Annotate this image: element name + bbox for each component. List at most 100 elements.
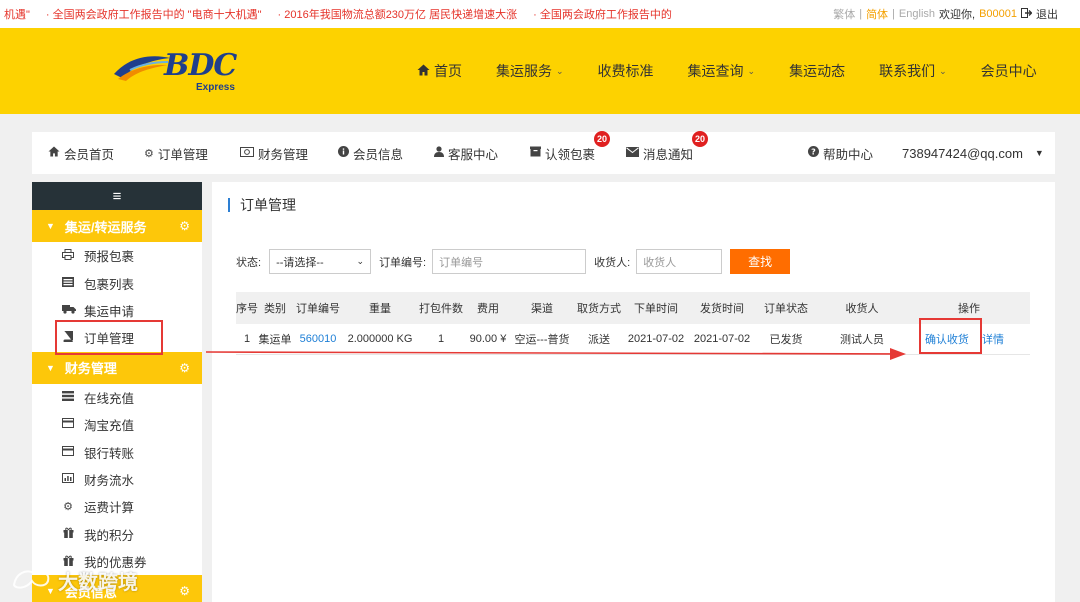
order-no-input[interactable]: 订单编号 <box>432 249 587 274</box>
gear-icon: ⚙ <box>179 360 190 375</box>
sidebar-item-bank-transfer[interactable]: 银行转账 <box>32 438 202 465</box>
column-header: 下单时间 <box>624 292 688 324</box>
site-header: BDC Express 首页 集运服务 ⌄ 收费标准 集运查询 ⌄ 集运动态 联… <box>0 28 1080 114</box>
member-home-link[interactable]: 会员首页 <box>48 144 114 163</box>
column-header: 渠道 <box>510 292 574 324</box>
sidebar-section-label: 会员信息 <box>64 584 117 600</box>
confirm-receipt-button[interactable]: 确认收货 <box>925 334 969 346</box>
cell-weight: 2.000000 KG <box>344 324 416 355</box>
sidebar-item-taobao-recharge[interactable]: 淘宝充值 <box>32 411 202 438</box>
book-icon <box>62 330 74 345</box>
sidebar-item-finance-flow[interactable]: 财务流水 <box>32 466 202 493</box>
sidebar-item-forecast-package[interactable]: 预报包裹 <box>32 242 202 269</box>
sidebar-toggle[interactable]: ≡ <box>32 182 202 210</box>
status-label: 状态: <box>236 256 262 269</box>
gift-icon <box>62 555 74 569</box>
nav-news[interactable]: 集运动态 <box>772 61 862 81</box>
member-finance-link[interactable]: 财务管理 <box>240 144 308 163</box>
member-messages-link[interactable]: 消息通知 20 <box>626 130 708 163</box>
nav-consolidation-query[interactable]: 集运查询 ⌄ <box>671 61 773 81</box>
cell-index: 1 <box>236 324 258 355</box>
list-icon <box>62 276 74 290</box>
nav-consolidation-service[interactable]: 集运服务 ⌄ <box>479 61 581 81</box>
sidebar-item-label: 我的优惠券 <box>84 556 147 571</box>
lang-separator: | <box>859 8 863 20</box>
sidebar-section-consolidation[interactable]: ▼ 集运/转运服务 ⚙ <box>32 210 202 242</box>
ticker-item[interactable]: · 2016年我国物流总额230万亿 居民快递增速大涨 <box>278 6 518 22</box>
home-icon <box>417 63 430 79</box>
news-ticker[interactable]: 机遇" · 全国两会政府工作报告中的 "电商十大机遇" · 2016年我国物流总… <box>0 6 680 22</box>
cell-order-time: 2021-07-02 <box>624 324 688 355</box>
cell-receiver: 测试人员 <box>816 324 908 355</box>
logout-link[interactable]: 退出 <box>1036 6 1058 22</box>
ticker-item[interactable]: 机遇" <box>4 6 30 22</box>
nav-label: 联系我们 <box>879 63 936 79</box>
bar-chart-icon <box>62 472 74 486</box>
sidebar-item-package-list[interactable]: 包裹列表 <box>32 269 202 296</box>
sidebar-item-label: 订单管理 <box>84 332 135 347</box>
package-icon <box>530 146 541 160</box>
column-header: 取货方式 <box>574 292 624 324</box>
logout-icon[interactable] <box>1021 7 1033 21</box>
sidebar-item-label: 我的积分 <box>84 528 135 543</box>
cell-pieces: 1 <box>416 324 466 355</box>
sidebar-item-label: 在线充值 <box>84 391 135 406</box>
sidebar-item-label: 预报包裹 <box>84 250 135 265</box>
ticker-item[interactable]: · 全国两会政府工作报告中的 <box>533 6 672 22</box>
sidebar-item-consolidation-apply[interactable]: 集运申请 <box>32 297 202 324</box>
status-select[interactable]: --请选择-- ⌄ <box>269 249 372 274</box>
member-messages-label: 消息通知 <box>643 147 694 162</box>
member-service-link[interactable]: 客服中心 <box>434 144 498 163</box>
nav-member-center[interactable]: 会员中心 <box>964 61 1054 81</box>
lang-simplified-link[interactable]: 简体 <box>866 6 888 22</box>
username-link[interactable]: B00001 <box>979 8 1017 20</box>
account-dropdown[interactable]: 738947424@qq.com ▼ <box>902 146 1044 161</box>
chevron-down-icon: ⌄ <box>747 65 756 76</box>
main-nav: 首页 集运服务 ⌄ 收费标准 集运查询 ⌄ 集运动态 联系我们 ⌄ 会员中心 <box>400 28 1054 114</box>
member-help-link[interactable]: ? 帮助中心 <box>808 144 873 163</box>
ticker-item[interactable]: · 全国两会政府工作报告中的 "电商十大机遇" <box>46 6 262 22</box>
nav-pricing[interactable]: 收费标准 <box>581 61 671 81</box>
lang-english-link[interactable]: English <box>899 8 935 20</box>
credit-card-icon <box>62 445 74 459</box>
cell-type: 集运单 <box>258 324 292 355</box>
sidebar-item-online-recharge[interactable]: 在线充值 <box>32 384 202 411</box>
nav-contact[interactable]: 联系我们 ⌄ <box>862 61 964 81</box>
detail-link[interactable]: 详情 <box>982 334 1004 346</box>
sidebar-item-my-coupons[interactable]: 我的优惠券 <box>32 548 202 575</box>
receiver-input[interactable]: 收货人 <box>636 249 723 274</box>
home-icon <box>48 146 60 160</box>
order-number-link[interactable]: 560010 <box>292 324 344 355</box>
caret-down-icon: ▼ <box>46 221 55 231</box>
bdc-logo[interactable]: BDC Express <box>112 46 242 96</box>
cell-ship-time: 2021-07-02 <box>688 324 756 355</box>
member-orders-link[interactable]: ⚙ 订单管理 <box>144 144 208 163</box>
member-finance-label: 财务管理 <box>258 147 309 162</box>
svg-text:?: ? <box>811 148 816 157</box>
member-claim-link[interactable]: 认领包裹 20 <box>530 130 610 163</box>
credit-card-icon <box>62 418 74 431</box>
sidebar-section-finance[interactable]: ▼ 财务管理 ⚙ <box>32 351 202 384</box>
member-info-label: 会员信息 <box>353 147 404 162</box>
column-header: 发货时间 <box>688 292 756 324</box>
stack-icon <box>62 390 74 404</box>
caret-down-icon: ▼ <box>46 362 55 373</box>
nav-label: 会员中心 <box>980 63 1037 79</box>
orders-table: 序号 类别 订单编号 重量 打包件数 费用 渠道 取货方式 下单时间 发货时间 … <box>236 292 1030 355</box>
search-button[interactable]: 查找 <box>730 249 791 274</box>
member-home-label: 会员首页 <box>64 147 115 162</box>
caret-down-icon: ▼ <box>1034 148 1044 158</box>
sidebar-section-member-info[interactable]: ▼ 会员信息 ⚙ <box>32 575 202 602</box>
column-header: 类别 <box>258 292 292 324</box>
logo-sub-text: Express <box>196 82 235 93</box>
sidebar-item-order-management[interactable]: 订单管理 <box>32 324 202 351</box>
gears-icon: ⚙ <box>63 501 73 514</box>
member-info-link[interactable]: 会员信息 <box>338 144 403 163</box>
nav-label: 集运服务 <box>496 63 552 79</box>
nav-home[interactable]: 首页 <box>400 61 479 81</box>
lang-traditional-link[interactable]: 繁体 <box>833 6 855 22</box>
sidebar-item-my-points[interactable]: 我的积分 <box>32 521 202 548</box>
column-header: 打包件数 <box>416 292 466 324</box>
sidebar: ≡ ▼ 集运/转运服务 ⚙ 预报包裹 包裹列表 集运申请 订单管理 ▼ 财务管理… <box>32 182 202 602</box>
sidebar-item-freight-calc[interactable]: ⚙ 运费计算 <box>32 493 202 520</box>
